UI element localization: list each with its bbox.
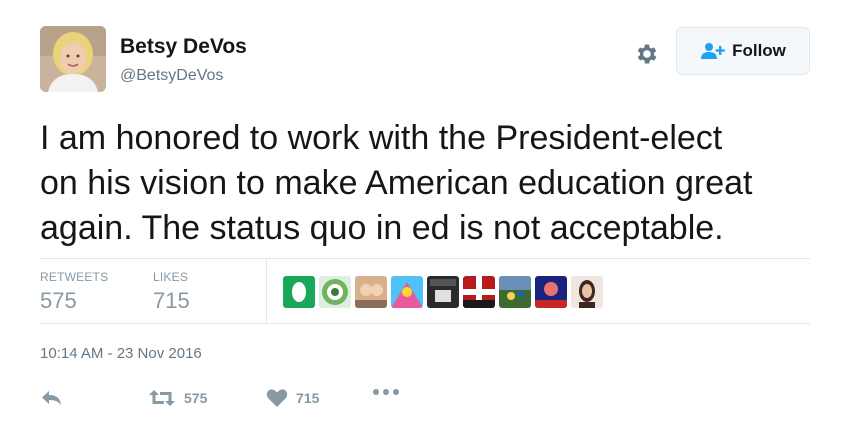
retweet-icon xyxy=(148,388,176,408)
add-user-icon xyxy=(700,42,726,60)
liker-avatar[interactable] xyxy=(571,276,603,308)
reply-button[interactable] xyxy=(40,388,64,408)
likes-value: 715 xyxy=(153,288,190,313)
stats-divider xyxy=(266,259,267,323)
liker-avatar[interactable] xyxy=(535,276,567,308)
likes-label: LIKES xyxy=(153,270,189,284)
follow-label: Follow xyxy=(732,41,786,60)
liker-avatar[interactable] xyxy=(463,276,495,308)
liker-avatar[interactable] xyxy=(499,276,531,308)
likes-stat[interactable]: LIKES 715 xyxy=(153,270,190,314)
user-handle[interactable]: @BetsyDeVos xyxy=(120,67,223,85)
liker-avatar[interactable] xyxy=(283,276,315,308)
liker-avatars xyxy=(283,276,603,308)
liker-avatar[interactable] xyxy=(391,276,423,308)
retweets-label: RETWEETS xyxy=(40,270,109,284)
liker-avatar[interactable] xyxy=(319,276,351,308)
liker-avatar[interactable] xyxy=(355,276,387,308)
like-count: 715 xyxy=(296,390,320,406)
retweet-button[interactable]: 575 xyxy=(148,388,207,408)
gear-icon[interactable] xyxy=(634,41,660,67)
retweet-count: 575 xyxy=(184,390,208,406)
more-icon xyxy=(372,388,400,396)
retweets-value: 575 xyxy=(40,288,77,313)
tweet-timestamp[interactable]: 10:14 AM - 23 Nov 2016 xyxy=(40,345,202,362)
retweets-stat[interactable]: RETWEETS 575 xyxy=(40,270,108,314)
tweet-header: Betsy DeVos @BetsyDeVos Follow xyxy=(40,26,810,96)
heart-icon xyxy=(266,388,288,408)
tweet-text: I am honored to work with the President-… xyxy=(40,119,753,247)
tweet-stats: RETWEETS 575 LIKES 715 xyxy=(40,258,810,324)
liker-avatar[interactable] xyxy=(427,276,459,308)
user-name[interactable]: Betsy DeVos xyxy=(120,35,247,59)
follow-button[interactable]: Follow xyxy=(676,27,810,75)
like-button[interactable]: 715 xyxy=(266,388,319,408)
avatar[interactable] xyxy=(40,26,106,92)
more-button[interactable] xyxy=(372,388,400,396)
reply-icon xyxy=(40,388,64,408)
